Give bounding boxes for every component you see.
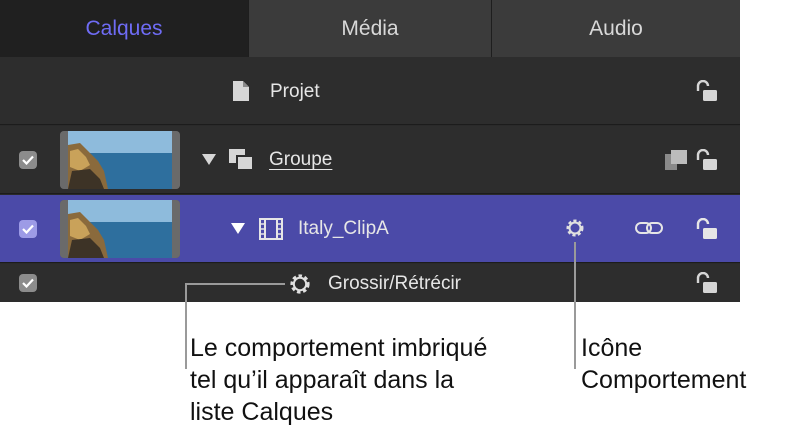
lock-open-icon[interactable] bbox=[695, 272, 719, 294]
callout-line-behavior-vertical bbox=[185, 283, 187, 369]
link-icon[interactable] bbox=[635, 221, 663, 235]
layer-checkbox-italy-clip[interactable] bbox=[19, 220, 37, 238]
layer-label-projet: Projet bbox=[270, 81, 320, 102]
layer-label-groupe[interactable]: Groupe bbox=[269, 149, 332, 171]
checkmark-icon bbox=[22, 278, 34, 288]
layer-row-groupe[interactable]: Groupe bbox=[0, 126, 740, 194]
tab-media[interactable]: Média bbox=[248, 0, 491, 57]
layer-thumbnail-groupe bbox=[60, 131, 180, 189]
layer-checkbox-groupe[interactable] bbox=[19, 151, 37, 169]
callout-nested-behavior: Le comportement imbriqué tel qu’il appar… bbox=[190, 334, 488, 426]
blend-mode-icon[interactable] bbox=[665, 150, 689, 170]
disclosure-triangle-expanded-icon[interactable] bbox=[231, 223, 245, 234]
lock-open-icon[interactable] bbox=[695, 80, 719, 102]
tab-bar: Calques Média Audio bbox=[0, 0, 740, 57]
checkmark-icon bbox=[22, 155, 34, 165]
document-icon bbox=[233, 81, 249, 101]
layers-panel: Calques Média Audio Projet Groupe Italy_… bbox=[0, 0, 740, 302]
film-icon bbox=[259, 218, 283, 240]
callout-line-behavior-horizontal bbox=[185, 283, 285, 285]
disclosure-triangle-expanded-icon[interactable] bbox=[202, 154, 216, 165]
layer-label-italy-clip[interactable]: Italy_ClipA bbox=[298, 218, 389, 240]
layer-row-projet[interactable]: Projet bbox=[0, 57, 740, 125]
behavior-gear-icon[interactable] bbox=[563, 216, 587, 240]
layer-row-italy-clip[interactable]: Italy_ClipA bbox=[0, 195, 740, 263]
checkmark-icon bbox=[22, 224, 34, 234]
layer-row-behavior[interactable]: Grossir/Rétrécir bbox=[0, 264, 740, 302]
lock-open-icon[interactable] bbox=[695, 218, 719, 240]
tab-calques[interactable]: Calques bbox=[0, 0, 248, 57]
layer-thumbnail-italy-clip bbox=[60, 200, 180, 258]
lock-open-icon[interactable] bbox=[695, 149, 719, 171]
callout-line-gear-vertical bbox=[574, 242, 576, 369]
behavior-gear-icon bbox=[290, 274, 310, 294]
layer-checkbox-behavior[interactable] bbox=[19, 274, 37, 292]
tab-audio[interactable]: Audio bbox=[491, 0, 740, 57]
group-icon bbox=[229, 149, 254, 171]
layer-label-behavior: Grossir/Rétrécir bbox=[328, 273, 462, 294]
callout-behavior-icon: Icône Comportement bbox=[581, 334, 747, 394]
